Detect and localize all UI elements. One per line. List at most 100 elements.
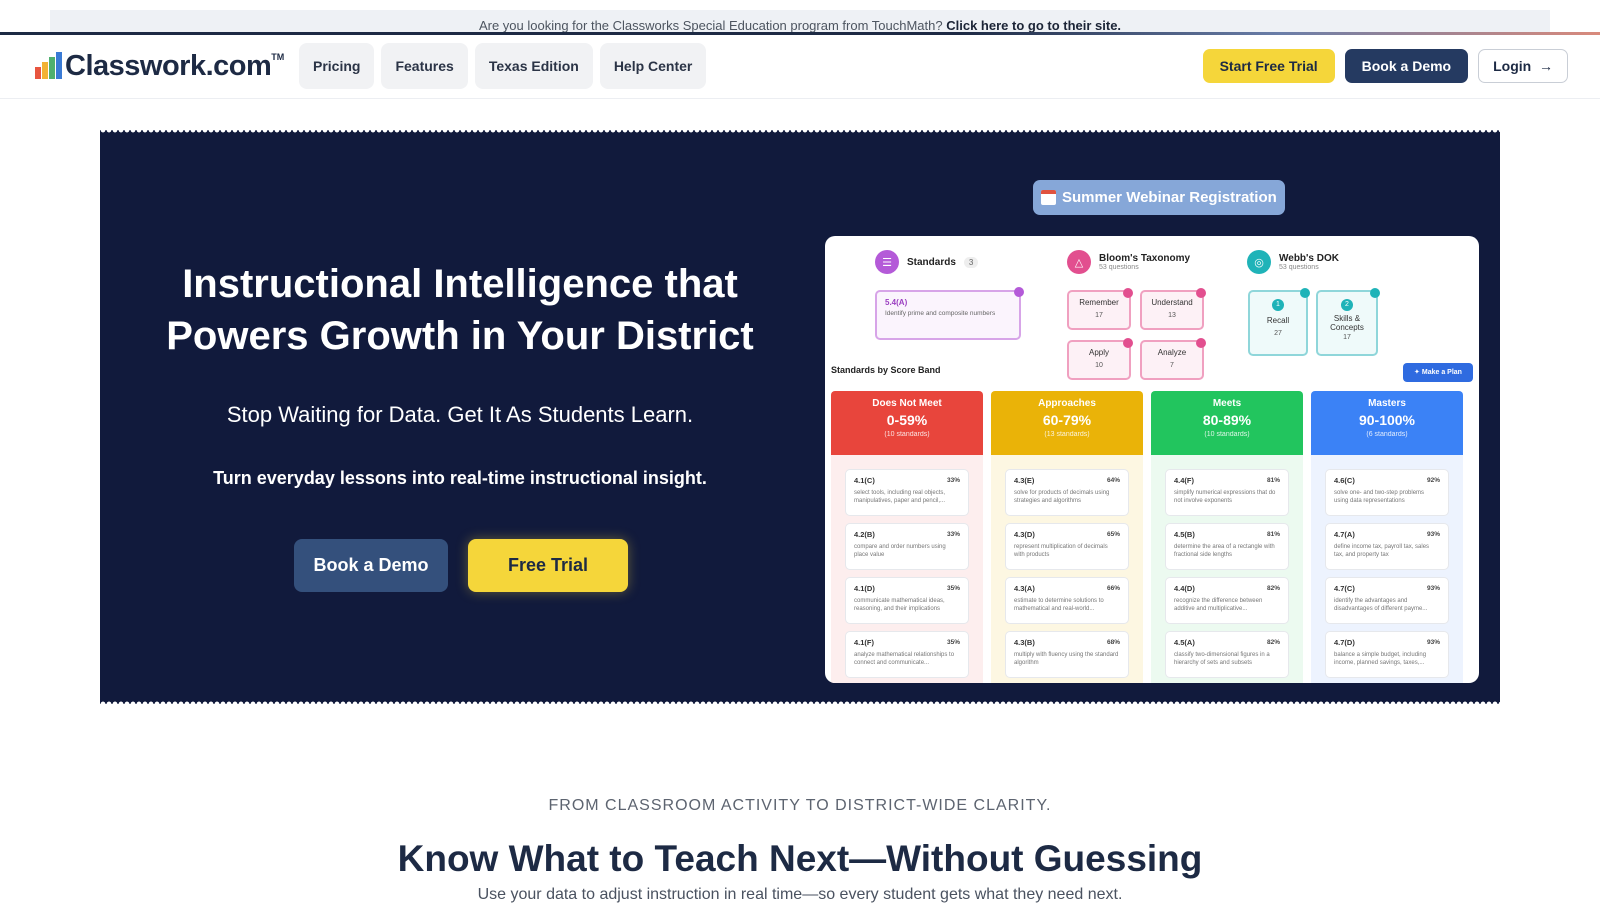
standard-percent: 82% <box>1266 639 1280 646</box>
triangle-icon: △ <box>1067 250 1091 274</box>
hero-free-trial-button[interactable]: Free Trial <box>468 539 628 592</box>
hero-bottom-edge <box>100 701 1500 707</box>
blooms-text: Bloom's Taxonomy 53 questions <box>1099 253 1190 271</box>
score-band-name: Masters <box>1368 398 1406 409</box>
standard-score-card[interactable]: 4.2(B) 33% compare and order numbers using… <box>845 523 969 570</box>
standard-description: simplify numerical expressions that do n… <box>1174 490 1276 504</box>
blooms-item-label: Apply <box>1088 348 1109 357</box>
webinar-button[interactable]: Summer Webinar Registration <box>1033 180 1285 215</box>
score-band-name: Meets <box>1212 398 1242 409</box>
standard-description: communicate mathematical ideas, reasonin… <box>854 598 945 612</box>
hero-top-edge <box>100 127 1500 133</box>
standard-code: 4.7(D) <box>1334 638 1355 647</box>
blooms-item-label: Understand <box>1151 298 1193 307</box>
blooms-tag: △ Bloom's Taxonomy 53 questions <box>1067 250 1190 274</box>
dok-item-number: 1 <box>1272 299 1284 311</box>
standard-score-card[interactable]: 4.6(C) 92% solve one- and two-step problem… <box>1325 469 1449 516</box>
standard-score-card[interactable]: 4.5(A) 82% classify two-dimensional figure… <box>1165 631 1289 678</box>
standard-percent: 93% <box>1426 585 1440 592</box>
score-band-list: 4.6(C) 92% solve one- and two-step problem… <box>1311 455 1463 683</box>
target-icon: ◎ <box>1247 250 1271 274</box>
standard-description: identify the advantages and disadvantage… <box>1334 598 1428 612</box>
standard-score-card[interactable]: 4.3(E) 64% solve for products of decimals … <box>1005 469 1129 516</box>
nav-texas-edition[interactable]: Texas Edition <box>474 43 593 89</box>
standard-code: 4.7(A) <box>1334 530 1355 539</box>
standard-score-card[interactable]: 4.4(F) 81% simplify numerical expressions … <box>1165 469 1289 516</box>
standard-percent: 65% <box>1106 531 1120 538</box>
blooms-item: Understand 13 <box>1140 288 1206 330</box>
dashboard-preview: ☰ Standards 3 5.4(A) Identify prime and … <box>825 236 1479 683</box>
score-band-count: (13 standards) <box>1044 431 1090 438</box>
nav-pricing[interactable]: Pricing <box>299 43 375 89</box>
standard-score-card[interactable]: 4.7(D) 93% balance a simple budget, includ… <box>1325 631 1449 678</box>
standard-percent: 68% <box>1106 639 1120 646</box>
announcement-link[interactable]: Click here to go to their site. <box>946 18 1121 33</box>
logo[interactable]: Classwork.com TM <box>34 49 284 83</box>
standard-score-card[interactable]: 4.3(A) 66% estimate to determine solutions… <box>1005 577 1129 624</box>
standard-score-card[interactable]: 4.7(A) 93% define income tax, payroll tax,… <box>1325 523 1449 570</box>
standard-percent: 66% <box>1106 585 1120 592</box>
standard-code: 4.7(C) <box>1334 584 1355 593</box>
hero-book-demo-button[interactable]: Book a Demo <box>294 539 448 592</box>
standard-code: 4.5(A) <box>1174 638 1195 647</box>
standard-percent: 33% <box>946 477 960 484</box>
standard-code: 4.3(A) <box>1014 584 1035 593</box>
dok-item-count: 27 <box>1274 330 1282 337</box>
login-button[interactable]: Login → <box>1478 49 1568 83</box>
standard-percent: 35% <box>946 585 960 592</box>
book-demo-button[interactable]: Book a Demo <box>1344 49 1469 83</box>
score-band: Masters 90-100% (6 standards) 4.6(C) 92% solv… <box>1311 391 1463 683</box>
standard-score-card[interactable]: 4.1(C) 33% select tools, including real ob… <box>845 469 969 516</box>
standard-score-card[interactable]: 4.3(D) 65% represent multiplication of dec… <box>1005 523 1129 570</box>
score-band-title: Standards by Score Band <box>831 365 941 375</box>
standard-description: recognize the difference between additiv… <box>1174 598 1263 612</box>
announcement-text: Are you looking for the Classworks Speci… <box>478 18 943 33</box>
dok-tag: ◎ Webb's DOK 53 questions <box>1247 250 1339 274</box>
score-band-range: 60-79% <box>1042 412 1092 428</box>
dok-item-label: Recall <box>1266 316 1290 325</box>
section-description: Use your data to adjust instruction in r… <box>477 886 1123 903</box>
check-icon <box>1196 338 1206 348</box>
standard-code: 4.4(D) <box>1174 584 1195 593</box>
standard-score-card[interactable]: 4.5(B) 81% determine the area of a rectang… <box>1165 523 1289 570</box>
standard-code: 4.4(F) <box>1174 476 1195 485</box>
make-a-plan-button[interactable]: ✦ Make a Plan <box>1403 363 1473 382</box>
make-a-plan-label: Make a Plan <box>1421 369 1462 376</box>
standard-description: multiply with fluency using the standard… <box>1014 652 1119 666</box>
site-header: Classwork.com TM Pricing Features Texas … <box>0 35 1600 99</box>
nav-features[interactable]: Features <box>381 43 468 89</box>
standard-score-card[interactable]: 4.3(B) 68% multiply with fluency using the… <box>1005 631 1129 678</box>
nav-help-center[interactable]: Help Center <box>599 43 707 89</box>
score-band: Does Not Meet 0-59% (10 standards) 4.1(C) 33… <box>831 391 983 683</box>
standard-score-card[interactable]: 4.1(F) 35% analyze mathematical relationsh… <box>845 631 969 678</box>
dok-sub: 53 questions <box>1279 264 1319 271</box>
score-band-list: 4.3(E) 64% solve for products of decimals … <box>991 455 1143 683</box>
standard-percent: 35% <box>946 639 960 646</box>
standards-label: Standards <box>907 256 956 268</box>
standard-percent: 33% <box>946 531 960 538</box>
standard-score-card[interactable]: 4.1(D) 35% communicate mathematical ideas,… <box>845 577 969 624</box>
blooms-sub: 53 questions <box>1099 264 1139 271</box>
score-band-count: (10 standards) <box>1204 431 1250 438</box>
dok-item-count: 17 <box>1343 334 1351 341</box>
score-band-header: Meets 80-89% (10 standards) <box>1151 391 1303 455</box>
dok-item: 1 Recall 27 <box>1248 288 1310 356</box>
start-free-trial-button[interactable]: Start Free Trial <box>1202 49 1335 83</box>
score-band-name: Does Not Meet <box>872 398 942 409</box>
list-icon: ☰ <box>875 250 899 274</box>
standards-count: 3 <box>963 256 979 268</box>
dok-text: Webb's DOK 53 questions <box>1279 253 1339 271</box>
standard-percent: 93% <box>1426 531 1440 538</box>
standard-score-card[interactable]: 4.4(D) 82% recognize the difference betwee… <box>1165 577 1289 624</box>
standard-percent: 82% <box>1266 585 1280 592</box>
score-band: Approaches 60-79% (13 standards) 4.3(E) 64% s… <box>991 391 1143 683</box>
check-icon <box>1196 288 1206 298</box>
dok-item-label: Skills & Concepts <box>1330 314 1364 332</box>
blooms-item: Remember 17 <box>1067 288 1133 330</box>
hero-subtitle: Stop Waiting for Data. Get It As Student… <box>226 402 694 427</box>
check-icon <box>1123 338 1133 348</box>
check-icon <box>1300 288 1310 298</box>
login-label: Login <box>1493 58 1532 74</box>
check-icon <box>1014 287 1024 297</box>
standard-score-card[interactable]: 4.7(C) 93% identify the advantages and dis… <box>1325 577 1449 624</box>
